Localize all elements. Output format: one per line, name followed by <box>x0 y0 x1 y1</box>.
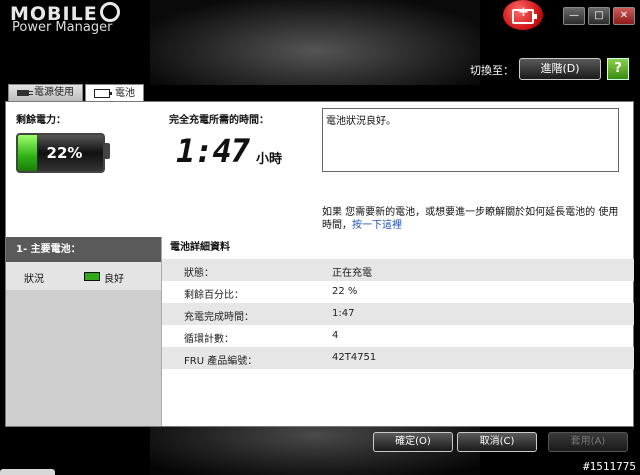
table-row: 循環計數： 4 <box>162 325 634 347</box>
close-icon[interactable]: ✕ <box>613 7 635 25</box>
battery-status-box: 電池狀況良好。 <box>322 108 619 172</box>
advanced-button[interactable]: 進階(D) <box>519 58 601 80</box>
battery-details: 電池詳細資料 狀態： 正在充電 剩餘百分比： 22 % 充電完成時間： 1:47 循環… <box>161 237 634 426</box>
detail-value: 42T4751 <box>332 352 377 363</box>
battery-percent: 22% <box>46 144 83 162</box>
detail-value: 1:47 <box>332 308 355 319</box>
battery-status-label: 狀況 <box>24 274 44 285</box>
detail-key: 充電完成時間： <box>184 312 254 323</box>
charge-time-label: 完全充電所需的時間： <box>169 115 269 126</box>
battery-list: 1- 主要電池： 狀況 良好 <box>6 237 161 426</box>
tab-battery-label: 電池 <box>115 87 135 99</box>
help-icon[interactable]: ? <box>607 58 629 80</box>
tab-battery[interactable]: 電池 <box>85 84 144 102</box>
detail-value: 4 <box>332 330 339 341</box>
tab-power-usage[interactable]: 電源使用 <box>8 84 83 101</box>
detail-value: 正在充電 <box>332 268 372 279</box>
battery-hint: 如果 您需要新的電池，或想要進一步瞭解關於如何延長電池的 使用時間，按一下這裡 <box>322 206 627 232</box>
watermark: #1511775 <box>583 460 636 473</box>
battery-charge-icon: + <box>503 0 543 30</box>
maximize-icon[interactable]: □ <box>588 7 610 25</box>
battery-details-rows: 狀態： 正在充電 剩餘百分比： 22 % 充電完成時間： 1:47 循環計數： 4 FR… <box>162 259 634 369</box>
table-row: 剩餘百分比： 22 % <box>162 281 634 303</box>
battery-status-row: 狀況 良好 <box>6 262 161 290</box>
primary-battery-header[interactable]: 1- 主要電池： <box>6 237 161 262</box>
ok-button[interactable]: 確定(O) <box>373 432 453 452</box>
detail-key: 循環計數： <box>184 334 234 345</box>
charge-time-unit: 小時 <box>256 152 283 167</box>
tab-bar: 電源使用 電池 <box>8 84 144 102</box>
app-title: Power Manager <box>12 20 113 35</box>
detail-key: FRU 產品編號： <box>184 356 258 367</box>
remaining-power-label: 剩餘電力： <box>16 115 66 126</box>
apply-button[interactable]: 套用(A) <box>548 432 628 452</box>
battery-gauge-cap <box>105 143 110 159</box>
minimize-icon[interactable]: — <box>563 7 585 25</box>
battery-details-header: 電池詳細資料 <box>170 242 230 253</box>
battery-mini-icon <box>84 272 100 281</box>
detail-key: 狀態： <box>184 268 214 279</box>
switch-to-label: 切換至： <box>470 64 514 77</box>
charge-time-value: 1:47 <box>176 132 250 170</box>
table-row: FRU 產品編號： 42T4751 <box>162 347 634 369</box>
cancel-button[interactable]: 取消(C) <box>457 432 537 452</box>
battery-icon <box>94 89 112 98</box>
plug-icon <box>17 90 33 96</box>
table-row: 充電完成時間： 1:47 <box>162 303 634 325</box>
tab-power-usage-label: 電源使用 <box>34 87 74 98</box>
window-controls: — □ ✕ <box>563 7 635 25</box>
battery-hint-link[interactable]: 按一下這裡 <box>352 220 402 231</box>
detail-key: 剩餘百分比： <box>184 290 244 301</box>
taskbar-edge <box>0 469 55 475</box>
background-photo-top <box>150 0 480 85</box>
battery-gauge: 22% <box>16 133 105 173</box>
table-row: 狀態： 正在充電 <box>162 259 634 281</box>
battery-status-value: 良好 <box>104 274 124 285</box>
detail-value: 22 % <box>332 286 358 297</box>
battery-panel: 剩餘電力： 22% 完全充電所需的時間： 1:47 小時 電池狀況良好。 如果 … <box>5 101 634 427</box>
